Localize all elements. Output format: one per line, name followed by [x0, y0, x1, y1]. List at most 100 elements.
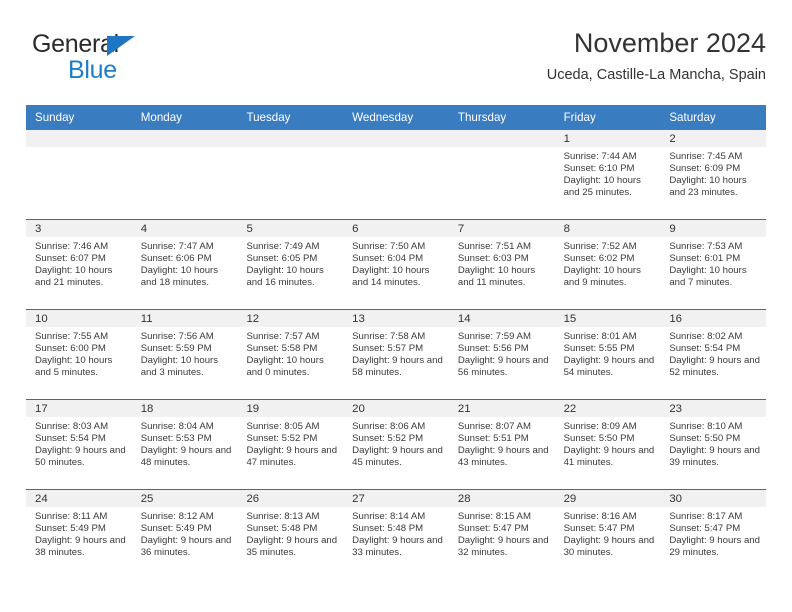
day-number: 15: [554, 310, 661, 327]
day-sun-info: Sunrise: 8:09 AM Sunset: 5:50 PM Daylight:…: [555, 417, 661, 469]
day-number: [448, 130, 555, 147]
day-number: 20: [343, 400, 449, 417]
sunrise-text: Sunrise: 7:52 AM: [563, 241, 637, 252]
day-cell[interactable]: 27 Sunrise: 8:14 AM Sunset: 5:48 PM Dayligh…: [343, 490, 449, 579]
day-cell-empty: [343, 130, 449, 219]
sunset-text: Sunset: 6:00 PM: [35, 343, 106, 355]
day-cell[interactable]: 20 Sunrise: 8:06 AM Sunset: 5:52 PM Dayligh…: [343, 400, 449, 489]
daylight-text: Daylight: 10 hours and 25 minutes.: [563, 175, 641, 199]
sunset-text: Sunset: 5:48 PM: [352, 523, 424, 535]
day-cell[interactable]: 15 Sunrise: 8:01 AM Sunset: 5:55 PM Dayligh…: [554, 310, 661, 399]
day-number: 5: [237, 220, 344, 237]
sunrise-text: Sunrise: 8:04 AM: [140, 421, 214, 432]
day-cell[interactable]: 16 Sunrise: 8:02 AM Sunset: 5:54 PM Dayligh…: [660, 310, 767, 399]
day-sun-info: Sunrise: 7:46 AM Sunset: 6:07 PM Daylight:…: [26, 237, 132, 289]
day-cell[interactable]: 10 Sunrise: 7:55 AM Sunset: 6:00 PM Dayligh…: [26, 310, 132, 399]
sunrise-text: Sunrise: 7:59 AM: [457, 331, 531, 342]
day-cell[interactable]: 5 Sunrise: 7:49 AM Sunset: 6:05 PM Daylight…: [237, 220, 344, 309]
day-cell[interactable]: 4 Sunrise: 7:47 AM Sunset: 6:06 PM Daylight…: [131, 220, 238, 309]
day-sun-info: Sunrise: 7:52 AM Sunset: 6:02 PM Daylight:…: [555, 237, 661, 289]
day-number: 8: [554, 220, 661, 237]
daylight-text: Daylight: 10 hours and 16 minutes.: [246, 265, 324, 289]
day-cell-empty: [237, 130, 344, 219]
sunset-text: Sunset: 5:57 PM: [352, 343, 424, 355]
day-cell[interactable]: 29 Sunrise: 8:16 AM Sunset: 5:47 PM Dayligh…: [554, 490, 661, 579]
sunset-text: Sunset: 6:10 PM: [563, 163, 635, 175]
day-cell[interactable]: 13 Sunrise: 7:58 AM Sunset: 5:57 PM Dayligh…: [343, 310, 449, 399]
day-sun-info: Sunrise: 8:01 AM Sunset: 5:55 PM Daylight:…: [555, 327, 661, 379]
day-cell[interactable]: 8 Sunrise: 7:52 AM Sunset: 6:02 PM Daylight…: [554, 220, 661, 309]
sunrise-text: Sunrise: 8:15 AM: [457, 511, 531, 522]
day-number: 11: [131, 310, 238, 327]
logo-text-blue: Blue: [68, 56, 117, 84]
day-cell[interactable]: 17 Sunrise: 8:03 AM Sunset: 5:54 PM Dayligh…: [26, 400, 132, 489]
daylight-text: Daylight: 9 hours and 50 minutes.: [35, 445, 126, 469]
general-blue-logo: General Blue: [32, 30, 252, 90]
day-number: 22: [554, 400, 661, 417]
daylight-text: Daylight: 9 hours and 33 minutes.: [352, 535, 443, 559]
sunset-text: Sunset: 5:59 PM: [140, 343, 212, 355]
day-number: 25: [131, 490, 238, 507]
daylight-text: Daylight: 9 hours and 30 minutes.: [563, 535, 655, 559]
day-cell[interactable]: 7 Sunrise: 7:51 AM Sunset: 6:03 PM Daylight…: [448, 220, 555, 309]
day-number: 21: [448, 400, 555, 417]
day-cell[interactable]: 23 Sunrise: 8:10 AM Sunset: 5:50 PM Dayligh…: [660, 400, 767, 489]
day-cell[interactable]: 6 Sunrise: 7:50 AM Sunset: 6:04 PM Daylight…: [343, 220, 449, 309]
weekday-header-monday: Monday: [140, 111, 182, 124]
day-cell[interactable]: 19 Sunrise: 8:05 AM Sunset: 5:52 PM Dayligh…: [237, 400, 344, 489]
daylight-text: Daylight: 9 hours and 36 minutes.: [140, 535, 232, 559]
day-cell[interactable]: 12 Sunrise: 7:57 AM Sunset: 5:58 PM Dayligh…: [237, 310, 344, 399]
sunrise-text: Sunrise: 8:07 AM: [457, 421, 531, 432]
day-cell[interactable]: 22 Sunrise: 8:09 AM Sunset: 5:50 PM Dayligh…: [554, 400, 661, 489]
sunset-text: Sunset: 5:49 PM: [35, 523, 106, 535]
day-number: 28: [448, 490, 555, 507]
sunset-text: Sunset: 5:51 PM: [457, 433, 529, 445]
calendar-week-row: 10 Sunrise: 7:55 AM Sunset: 6:00 PM Dayligh…: [26, 309, 767, 399]
sunrise-text: Sunrise: 8:02 AM: [669, 331, 743, 342]
day-cell[interactable]: 26 Sunrise: 8:13 AM Sunset: 5:48 PM Dayligh…: [237, 490, 344, 579]
weekday-header-saturday: Saturday: [669, 111, 716, 124]
day-cell[interactable]: 18 Sunrise: 8:04 AM Sunset: 5:53 PM Dayligh…: [131, 400, 238, 489]
sunrise-text: Sunrise: 8:13 AM: [246, 511, 320, 522]
daylight-text: Daylight: 10 hours and 9 minutes.: [563, 265, 641, 289]
day-sun-info: Sunrise: 8:10 AM Sunset: 5:50 PM Daylight:…: [660, 417, 766, 469]
day-cell[interactable]: 9 Sunrise: 7:53 AM Sunset: 6:01 PM Daylight…: [660, 220, 767, 309]
day-cell[interactable]: 21 Sunrise: 8:07 AM Sunset: 5:51 PM Dayligh…: [448, 400, 555, 489]
sunset-text: Sunset: 5:49 PM: [140, 523, 212, 535]
day-number: 18: [131, 400, 238, 417]
day-sun-info: Sunrise: 7:44 AM Sunset: 6:10 PM Daylight:…: [555, 147, 661, 199]
sunset-text: Sunset: 6:06 PM: [140, 253, 212, 265]
day-cell[interactable]: 2 Sunrise: 7:45 AM Sunset: 6:09 PM Daylight…: [660, 130, 767, 219]
sunset-text: Sunset: 6:05 PM: [246, 253, 318, 265]
sunrise-text: Sunrise: 8:17 AM: [669, 511, 743, 522]
day-number: 13: [343, 310, 449, 327]
day-cell[interactable]: 28 Sunrise: 8:15 AM Sunset: 5:47 PM Dayligh…: [448, 490, 555, 579]
day-sun-info: Sunrise: 7:53 AM Sunset: 6:01 PM Daylight:…: [660, 237, 766, 289]
day-number: 6: [343, 220, 449, 237]
day-number: 16: [660, 310, 767, 327]
sunset-text: Sunset: 6:01 PM: [669, 253, 741, 265]
day-cell[interactable]: 24 Sunrise: 8:11 AM Sunset: 5:49 PM Dayligh…: [26, 490, 132, 579]
daylight-text: Daylight: 9 hours and 39 minutes.: [669, 445, 760, 469]
day-cell[interactable]: 14 Sunrise: 7:59 AM Sunset: 5:56 PM Dayligh…: [448, 310, 555, 399]
sunset-text: Sunset: 6:02 PM: [563, 253, 635, 265]
calendar-week-row: 24 Sunrise: 8:11 AM Sunset: 5:49 PM Dayligh…: [26, 489, 767, 579]
day-cell[interactable]: 3 Sunrise: 7:46 AM Sunset: 6:07 PM Daylight…: [26, 220, 132, 309]
day-sun-info: Sunrise: 7:55 AM Sunset: 6:00 PM Daylight:…: [26, 327, 132, 379]
daylight-text: Daylight: 9 hours and 43 minutes.: [457, 445, 549, 469]
page-header: General Blue November 2024 Uceda, Castil…: [26, 26, 766, 98]
day-cell[interactable]: 11 Sunrise: 7:56 AM Sunset: 5:59 PM Dayligh…: [131, 310, 238, 399]
day-cell[interactable]: 1 Sunrise: 7:44 AM Sunset: 6:10 PM Daylight…: [554, 130, 661, 219]
day-cell[interactable]: 30 Sunrise: 8:17 AM Sunset: 5:47 PM Dayligh…: [660, 490, 767, 579]
sunset-text: Sunset: 5:53 PM: [140, 433, 212, 445]
daylight-text: Daylight: 9 hours and 41 minutes.: [563, 445, 655, 469]
day-number: 7: [448, 220, 555, 237]
day-sun-info: Sunrise: 8:13 AM Sunset: 5:48 PM Daylight:…: [237, 507, 343, 559]
sunrise-text: Sunrise: 7:55 AM: [35, 331, 109, 342]
day-cell[interactable]: 25 Sunrise: 8:12 AM Sunset: 5:49 PM Dayligh…: [131, 490, 238, 579]
daylight-text: Daylight: 10 hours and 11 minutes.: [457, 265, 536, 289]
weekday-header-sunday: Sunday: [35, 111, 75, 124]
daylight-text: Daylight: 10 hours and 3 minutes.: [140, 355, 219, 379]
sunset-text: Sunset: 5:56 PM: [457, 343, 529, 355]
daylight-text: Daylight: 10 hours and 5 minutes.: [35, 355, 113, 379]
